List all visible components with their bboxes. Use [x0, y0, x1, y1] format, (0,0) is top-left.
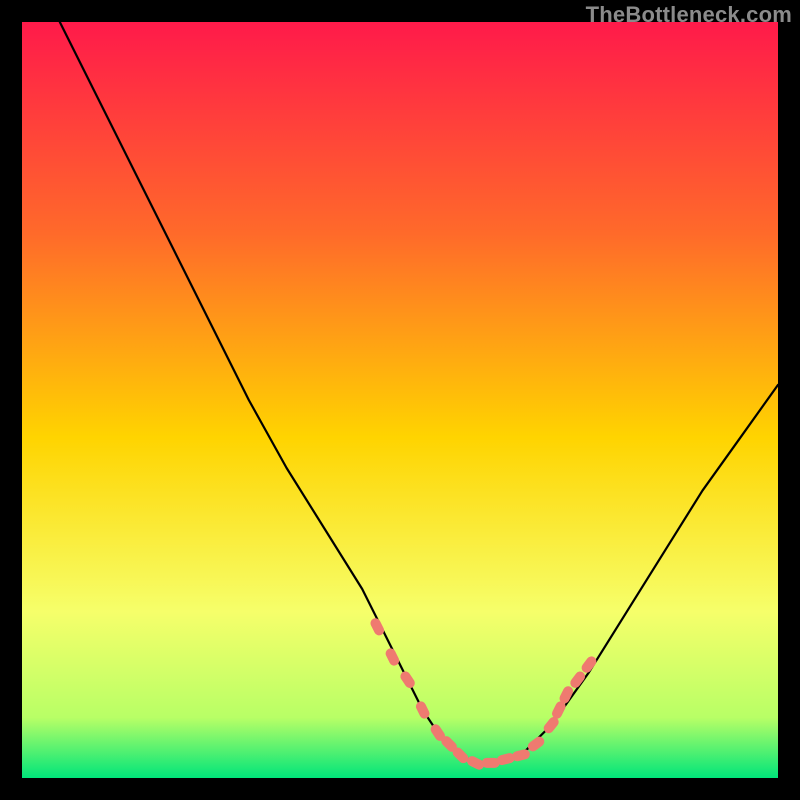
- bottleneck-plot: [22, 22, 778, 778]
- chart-frame: [22, 22, 778, 778]
- watermark-text: TheBottleneck.com: [586, 2, 792, 28]
